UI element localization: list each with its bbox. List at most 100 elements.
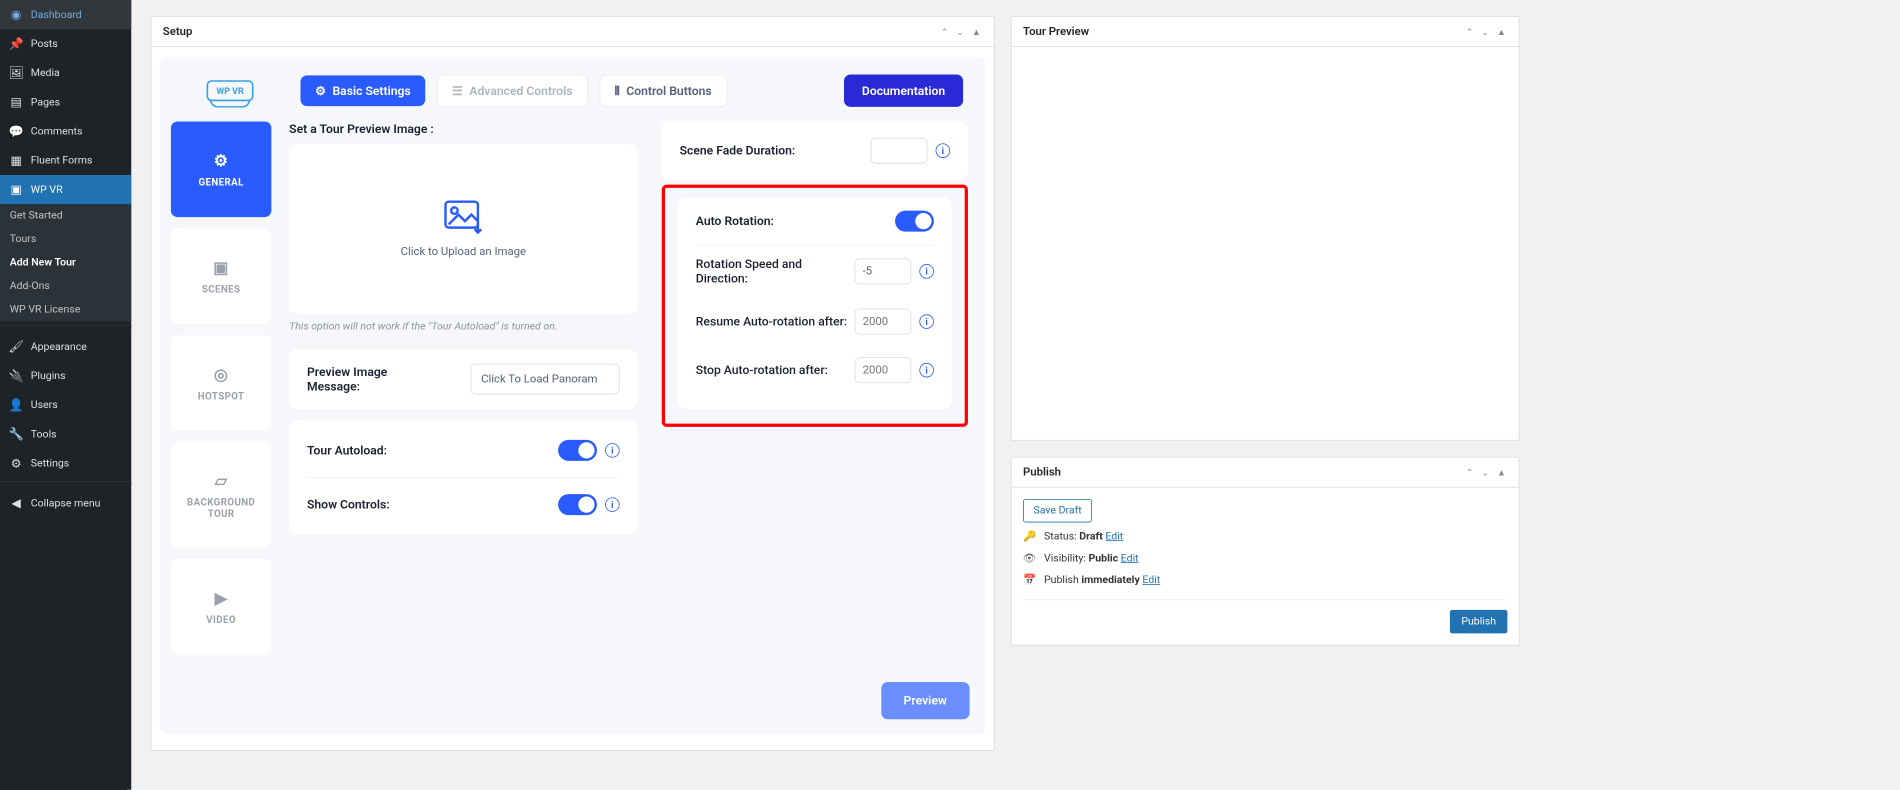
sidebar-label: Tools [31, 428, 57, 440]
publish-button[interactable]: Publish [1450, 610, 1507, 633]
upload-hint: This option will not work if the "Tour A… [289, 321, 637, 333]
publish-title: Publish [1023, 466, 1061, 479]
tour-autoload-label: Tour Autoload: [307, 443, 387, 458]
rotation-speed-label: Rotation Speed and Direction: [696, 257, 855, 286]
documentation-button[interactable]: Documentation [844, 75, 963, 107]
video-icon: ▶ [215, 588, 228, 607]
eye-icon: 👁 [1023, 552, 1036, 564]
pin-icon: 📌 [8, 36, 24, 52]
sidebar-item-posts[interactable]: 📌Posts [0, 29, 131, 58]
layers-icon: ▱ [215, 471, 228, 490]
comment-icon: 💬 [8, 123, 24, 139]
visibility-label: Visibility: Public Edit [1044, 552, 1139, 564]
stop-rotation-input[interactable] [854, 357, 911, 383]
collapse-icon: ◀ [8, 495, 24, 511]
edit-visibility-link[interactable]: Edit [1121, 552, 1139, 564]
wpvr-editor: WP VR ⚙ Basic Settings ☰ Advanced Contro… [160, 57, 986, 734]
info-icon[interactable]: i [935, 143, 950, 158]
vtab-scenes[interactable]: ▣SCENES [171, 228, 271, 324]
vtab-video[interactable]: ▶ VIDEO [171, 559, 271, 655]
edit-date-link[interactable]: Edit [1142, 574, 1160, 586]
vtab-general[interactable]: ⚙GENERAL [171, 122, 271, 218]
publish-date-label: Publish immediately Edit [1044, 574, 1160, 586]
wrench-icon: 🔧 [8, 426, 24, 442]
equalizer-icon: ⫴ [615, 83, 620, 98]
sidebar-item-comments[interactable]: 💬Comments [0, 117, 131, 146]
panel-toggle-icon[interactable]: ▲ [970, 26, 982, 37]
panel-up-icon[interactable]: ⌃ [1464, 467, 1475, 478]
dashboard-icon: ◉ [8, 6, 24, 22]
sidebar-label: Users [31, 399, 58, 411]
sidebar-item-appearance[interactable]: 🖌Appearance [0, 332, 131, 361]
tab-basic-settings[interactable]: ⚙ Basic Settings [301, 75, 426, 106]
sidebar-label: WP VR [31, 183, 63, 195]
sidebar-submenu: Get Started Tours Add New Tour Add-Ons W… [0, 204, 131, 321]
sidebar-item-pages[interactable]: ▤Pages [0, 87, 131, 116]
vtab-label: BACKGROUND TOUR [171, 497, 271, 520]
panel-up-icon[interactable]: ⌃ [939, 26, 950, 37]
sidebar-item-media[interactable]: 🖼Media [0, 58, 131, 87]
vtab-hotspot[interactable]: ◎HOTSPOT [171, 335, 271, 431]
sidebar-item-users[interactable]: 👤 Users [0, 390, 131, 419]
sidebar-label: Settings [31, 457, 69, 469]
sidebar-label: Plugins [31, 370, 66, 382]
tab-control-buttons[interactable]: ⫴ Control Buttons [599, 75, 727, 107]
rotation-speed-input[interactable] [854, 258, 911, 284]
vtab-background-tour[interactable]: ▱ BACKGROUND TOUR [171, 442, 271, 547]
panel-down-icon[interactable]: ⌄ [1480, 467, 1491, 478]
panel-down-icon[interactable]: ⌄ [955, 26, 966, 37]
resume-rotation-input[interactable] [854, 309, 911, 335]
preview-message-input[interactable] [471, 364, 620, 395]
tab-advanced-controls[interactable]: ☰ Advanced Controls [437, 75, 588, 107]
setup-title: Setup [163, 25, 193, 38]
vtab-label: SCENES [202, 284, 241, 295]
preview-button[interactable]: Preview [881, 682, 970, 719]
sidebar-item-tools[interactable]: 🔧 Tools [0, 420, 131, 449]
info-icon[interactable]: i [919, 314, 934, 329]
sidebar-item-fluentforms[interactable]: ▦Fluent Forms [0, 146, 131, 175]
upload-preview-image[interactable]: Click to Upload an Image [289, 144, 637, 314]
panel-toggle-icon[interactable]: ▲ [1495, 26, 1507, 37]
sidebar-item-plugins[interactable]: 🔌Plugins [0, 361, 131, 390]
panel-down-icon[interactable]: ⌄ [1480, 26, 1491, 37]
info-icon[interactable]: i [919, 264, 934, 279]
tour-preview-panel: Tour Preview ⌃ ⌄ ▲ [1011, 16, 1520, 440]
main-area: Setup ⌃ ⌄ ▲ WP VR [131, 0, 1539, 790]
show-controls-toggle[interactable] [558, 494, 597, 515]
vtab-label: VIDEO [206, 614, 236, 625]
info-icon[interactable]: i [919, 363, 934, 378]
tab-label: Basic Settings [332, 83, 410, 98]
setup-panel: Setup ⌃ ⌄ ▲ WP VR [151, 16, 995, 751]
upload-image-icon [444, 200, 483, 236]
sliders-icon: ☰ [452, 83, 463, 98]
scene-fade-input[interactable] [871, 138, 928, 164]
scene-fade-label: Scene Fade Duration: [680, 143, 796, 158]
show-controls-label: Show Controls: [307, 497, 390, 512]
info-icon[interactable]: i [605, 497, 620, 512]
sidebar-item-settings[interactable]: ⚙Settings [0, 449, 131, 478]
form-icon: ▦ [8, 152, 24, 168]
edit-status-link[interactable]: Edit [1105, 531, 1123, 543]
sidebar-item-wpvr[interactable]: ▣WP VR [0, 175, 131, 204]
sub-license[interactable]: WP VR License [0, 298, 131, 321]
user-icon: 👤 [8, 397, 24, 413]
save-draft-button[interactable]: Save Draft [1023, 499, 1092, 522]
sub-add-new-tour[interactable]: Add New Tour [0, 251, 131, 274]
set-preview-label: Set a Tour Preview Image : [289, 122, 637, 137]
key-icon: 🔑 [1023, 531, 1036, 543]
sub-tours[interactable]: Tours [0, 228, 131, 251]
panel-toggle-icon[interactable]: ▲ [1495, 467, 1507, 478]
auto-rotation-toggle[interactable] [895, 211, 934, 232]
sub-get-started[interactable]: Get Started [0, 204, 131, 227]
sidebar-item-dashboard[interactable]: ◉Dashboard [0, 0, 131, 29]
panel-up-icon[interactable]: ⌃ [1464, 26, 1475, 37]
wpvr-logo: WP VR [207, 80, 254, 101]
publish-panel: Publish ⌃ ⌄ ▲ Save Draft 🔑 Status: Draft… [1011, 457, 1520, 646]
sidebar-collapse[interactable]: ◀Collapse menu [0, 488, 131, 517]
sub-addons[interactable]: Add-Ons [0, 275, 131, 298]
preview-message-card: Preview Image Message: [289, 349, 637, 409]
tour-autoload-toggle[interactable] [558, 440, 597, 461]
info-icon[interactable]: i [605, 443, 620, 458]
controls-card: Tour Autoload: i Show Controls: [289, 420, 637, 534]
calendar-icon: 📅 [1023, 574, 1036, 586]
